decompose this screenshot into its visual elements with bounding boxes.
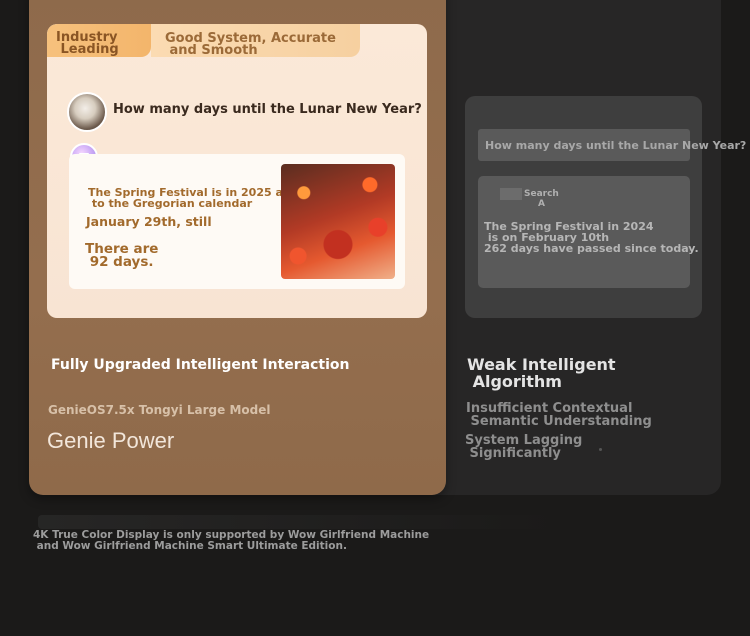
industry-leading-tab: Industry Leading [47,24,151,57]
competitor-answer: The Spring Festival in 2024 is on Februa… [484,220,699,255]
genie-power-brand: Genie Power [47,428,175,453]
competitor-question: How many days until the Lunar New Year? [485,139,747,152]
right-panel-title: Weak Intelligent Algorithm [467,355,616,391]
user-question: How many days until the Lunar New Year? [113,102,422,117]
right-point-1: Insufficient Contextual Semantic Underst… [466,401,652,429]
left-panel-title: Fully Upgraded Intelligent Interaction [51,357,350,373]
spring-festival-image [281,164,395,279]
answer-line-2: January 29th, still [86,214,212,229]
faded-background-text [38,515,558,529]
search-label: Search A [524,189,559,209]
left-panel-subtitle: GenieOS7.5x Tongyi Large Model [48,403,271,417]
good-system-tab: Good System, Accurate and Smooth [151,24,360,57]
decorative-dot [599,448,602,451]
search-icon [500,188,522,200]
assistant-answer-box: The Spring Festival is in 2025 according… [69,154,405,289]
footnote: 4K True Color Display is only supported … [33,529,430,552]
chat-demo-card: Industry Leading Good System, Accurate a… [47,24,427,318]
user-avatar [67,92,107,132]
right-point-2: System Lagging Significantly [465,433,583,461]
answer-line-3: There are 92 days. [85,241,159,270]
